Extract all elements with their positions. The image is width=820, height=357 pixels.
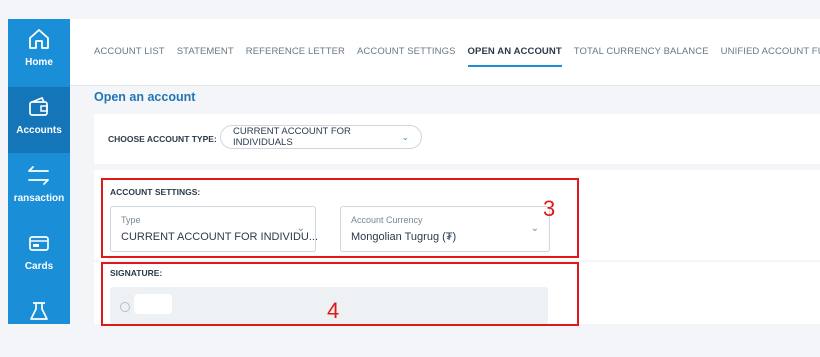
- top-navigation: ACCOUNT LIST STATEMENT REFERENCE LETTER …: [70, 19, 820, 86]
- account-type-dropdown[interactable]: CURRENT ACCOUNT FOR INDIVIDUALS ⌄: [220, 125, 422, 149]
- annotation-label-3: 3: [543, 196, 556, 221]
- wallet-icon: [8, 95, 70, 121]
- tab-account-settings[interactable]: ACCOUNT SETTINGS: [357, 19, 456, 85]
- tab-statement[interactable]: STATEMENT: [177, 19, 234, 85]
- sidebar-item-label: Home: [25, 57, 53, 68]
- sidebar-item-accounts[interactable]: Accounts: [8, 87, 70, 153]
- sidebar-item-label: Accounts: [16, 125, 62, 136]
- tab-unified-account-fund[interactable]: UNIFIED ACCOUNT FUND: [721, 19, 820, 85]
- chevron-down-icon: ⌄: [401, 131, 409, 142]
- choose-account-type-label: CHOOSE ACCOUNT TYPE:: [108, 134, 217, 144]
- sidebar-item-label: ransaction: [13, 193, 65, 204]
- sidebar-item-transaction[interactable]: ransaction: [8, 155, 70, 221]
- choose-account-type-panel: CHOOSE ACCOUNT TYPE: CURRENT ACCOUNT FOR…: [94, 114, 820, 164]
- tab-bar: ACCOUNT LIST STATEMENT REFERENCE LETTER …: [94, 19, 820, 85]
- loan-icon: [8, 299, 70, 325]
- sidebar-item-cards[interactable]: Cards: [8, 223, 70, 289]
- transfer-arrows-icon: [8, 163, 70, 189]
- account-type-value: CURRENT ACCOUNT FOR INDIVIDUALS: [233, 126, 351, 148]
- annotation-label-4: 4: [327, 298, 340, 323]
- annotation-box-4: [101, 262, 579, 326]
- tab-total-currency-balance[interactable]: TOTAL CURRENCY BALANCE: [574, 19, 709, 85]
- tab-reference-letter[interactable]: REFERENCE LETTER: [246, 19, 345, 85]
- home-icon: [8, 27, 70, 53]
- tab-account-list[interactable]: ACCOUNT LIST: [94, 19, 165, 85]
- sidebar-item-home[interactable]: Home: [8, 19, 70, 85]
- sidebar-item-loans[interactable]: [8, 291, 70, 357]
- annotation-box-3: [101, 178, 579, 258]
- page-title: Open an account: [94, 90, 196, 104]
- tab-open-an-account[interactable]: OPEN AN ACCOUNT: [467, 19, 562, 85]
- sidebar: Home Accounts ransaction Cards: [8, 19, 70, 324]
- card-icon: [8, 231, 70, 257]
- sidebar-item-label: Cards: [24, 261, 54, 272]
